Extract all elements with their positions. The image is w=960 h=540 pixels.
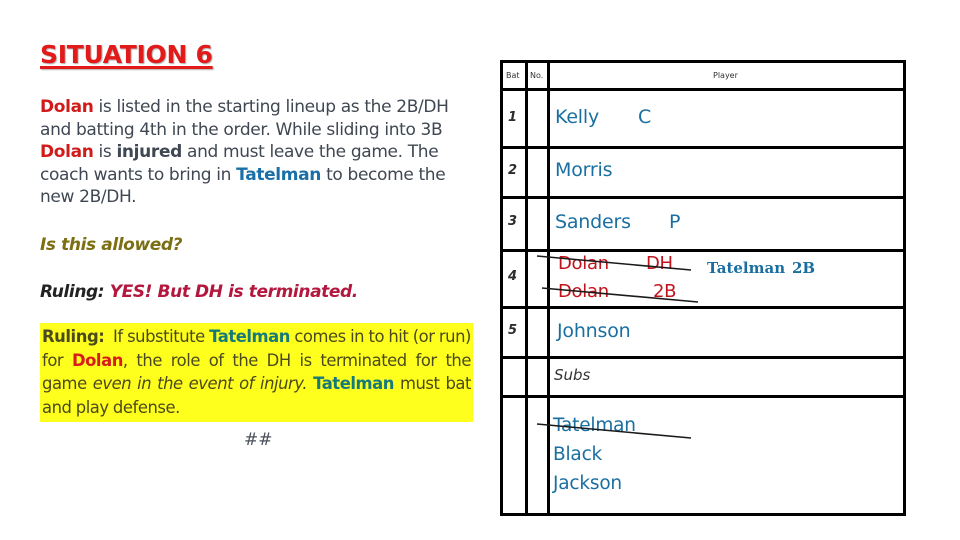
table-border-top — [500, 60, 906, 63]
table-border-right — [903, 60, 906, 516]
player-name: Sanders — [555, 211, 631, 233]
bat-order-number: 5 — [508, 323, 518, 338]
row-divider — [500, 395, 906, 398]
substitute-name: Tatelman — [707, 259, 786, 277]
ruling-summary: Ruling: YES! But DH is terminated. — [40, 282, 358, 302]
bat-order-number: 4 — [508, 269, 518, 284]
bat-order-number: 3 — [508, 214, 518, 229]
player-name: Johnson — [557, 320, 631, 342]
player-name: Kelly — [555, 106, 600, 128]
footer-mark: ## — [244, 430, 273, 450]
column-divider-no — [547, 60, 550, 516]
player-name-tatelman: Tatelman — [313, 374, 394, 393]
player-position: C — [638, 106, 652, 128]
struck-player-position: 2B — [653, 281, 677, 302]
slide-title: SITUATION 6 — [40, 40, 213, 69]
table-border-left — [500, 60, 503, 516]
row-divider — [500, 146, 906, 149]
ruling-label: Ruling: — [40, 282, 105, 302]
substitute-position: 2B — [792, 259, 816, 277]
row-divider — [500, 88, 906, 91]
lineup-card: Bat No. Player 1 Kelly C 2 Morris 3 Sand… — [500, 60, 906, 516]
injured-emphasis: injured — [116, 142, 182, 163]
subs-label: Subs — [554, 366, 591, 384]
table-border-bottom — [500, 513, 906, 516]
bat-order-number: 1 — [508, 110, 518, 125]
question-text: Is this allowed? — [40, 235, 183, 255]
header-player: Player — [713, 71, 738, 80]
row-divider — [500, 196, 906, 199]
player-position: P — [669, 211, 681, 233]
row-divider — [500, 249, 906, 252]
sub-player-name: Black — [553, 444, 603, 465]
intro-text: is — [93, 142, 117, 163]
ruling-value: YES! But DH is terminated. — [109, 282, 359, 302]
player-name-dolan: Dolan — [40, 97, 94, 117]
struck-player-position: DH — [646, 253, 673, 274]
struck-player-name: Dolan — [558, 281, 609, 302]
row-divider — [500, 356, 906, 359]
player-name-tatelman: Tatelman — [209, 327, 291, 346]
ruling-detail-label: Ruling: — [42, 327, 105, 346]
ruling-detail-italic: even in the event of injury. — [92, 374, 308, 393]
bat-order-number: 2 — [508, 163, 518, 178]
intro-text: is listed in the starting lineup as the … — [40, 97, 449, 140]
column-divider-bat — [525, 60, 528, 516]
sub-player-name: Jackson — [553, 473, 622, 494]
player-name-dolan: Dolan — [71, 350, 123, 370]
player-name-tatelman: Tatelman — [236, 164, 322, 185]
header-bat: Bat — [506, 71, 520, 80]
sub-player-name: Tatelman — [553, 415, 636, 436]
ruling-detail-highlighted: Ruling: If substitute Tatelman comes in … — [40, 323, 473, 422]
struck-player-name: Dolan — [558, 253, 609, 274]
player-name-dolan: Dolan — [40, 142, 94, 163]
situation-description: Dolan is listed in the starting lineup a… — [40, 96, 480, 209]
row-divider — [500, 306, 906, 309]
ruling-detail-text: If substitute — [113, 327, 205, 346]
player-name: Morris — [555, 159, 613, 181]
header-no: No. — [530, 71, 544, 80]
